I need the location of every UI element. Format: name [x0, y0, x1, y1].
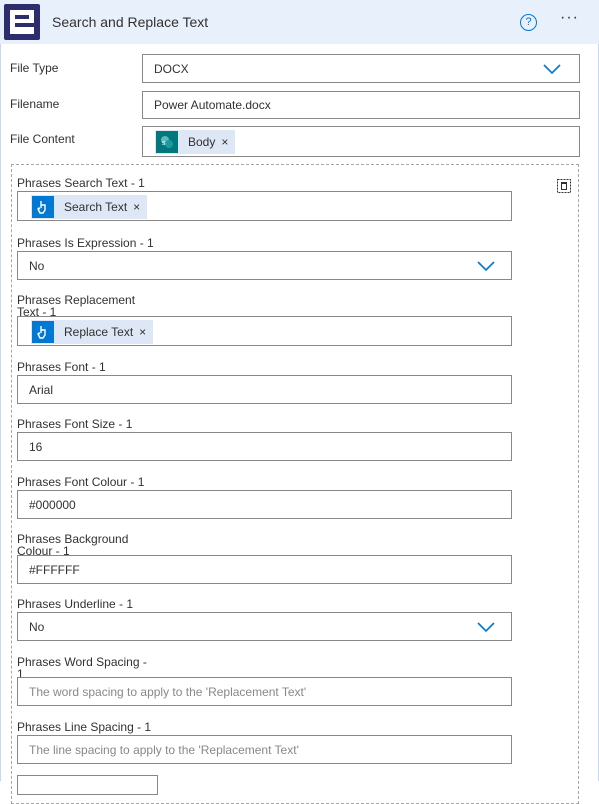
- word-spacing-placeholder: The word spacing to apply to the 'Replac…: [29, 684, 307, 699]
- word-spacing-field[interactable]: The word spacing to apply to the 'Replac…: [17, 677, 512, 706]
- underline-label: Phrases Underline - 1: [17, 597, 134, 611]
- filename-label: Filename: [10, 97, 60, 111]
- underline-dropdown[interactable]: No: [17, 612, 512, 641]
- file-type-value: DOCX: [154, 61, 189, 76]
- font-size-label: Phrases Font Size - 1: [17, 417, 133, 431]
- filename-value: Power Automate.docx: [154, 98, 271, 112]
- card-header[interactable]: Search and Replace Text ? ···: [0, 0, 599, 44]
- svg-text:s: s: [162, 140, 166, 147]
- underline-value: No: [29, 619, 45, 634]
- line-spacing-label: Phrases Line Spacing - 1: [17, 720, 152, 734]
- replacement-text-field[interactable]: Replace Text ×: [17, 316, 512, 346]
- encodian-logo-icon: [4, 4, 40, 40]
- token-remove-icon[interactable]: ×: [139, 325, 146, 339]
- token-label: Search Text: [64, 200, 128, 214]
- body-token[interactable]: s Body ×: [155, 130, 236, 154]
- background-colour-field[interactable]: #FFFFFF: [17, 555, 512, 584]
- is-expression-label: Phrases Is Expression - 1: [17, 236, 154, 250]
- font-colour-label: Phrases Font Colour - 1: [17, 475, 145, 489]
- token-label: Replace Text: [64, 325, 134, 339]
- search-text-field[interactable]: Search Text ×: [17, 191, 512, 221]
- background-colour-value: #FFFFFF: [29, 562, 80, 577]
- token-remove-icon[interactable]: ×: [221, 135, 228, 149]
- line-spacing-field[interactable]: The line spacing to apply to the 'Replac…: [17, 735, 512, 764]
- action-title: Search and Replace Text: [52, 14, 209, 30]
- help-icon[interactable]: ?: [520, 14, 537, 31]
- file-content-field[interactable]: s Body ×: [142, 126, 580, 157]
- font-colour-field[interactable]: #000000: [17, 490, 512, 519]
- font-label: Phrases Font - 1: [17, 360, 106, 374]
- file-type-dropdown[interactable]: DOCX: [142, 54, 580, 83]
- search-text-label: Phrases Search Text - 1: [17, 176, 145, 190]
- add-new-item-button[interactable]: [17, 775, 158, 795]
- delete-item-icon[interactable]: [556, 178, 572, 194]
- chevron-down-icon: [543, 63, 561, 74]
- is-expression-dropdown[interactable]: No: [17, 251, 512, 280]
- filename-field[interactable]: Power Automate.docx: [142, 91, 580, 119]
- replace-text-token[interactable]: Replace Text ×: [31, 320, 154, 344]
- font-value: Arial: [29, 382, 54, 397]
- manual-trigger-icon: [32, 321, 54, 343]
- chevron-down-icon: [477, 621, 495, 632]
- is-expression-value: No: [29, 258, 45, 273]
- label-line: Phrases Word Spacing -: [17, 655, 147, 669]
- chevron-down-icon: [477, 260, 495, 271]
- token-label: Body: [188, 135, 216, 149]
- search-text-token[interactable]: Search Text ×: [31, 195, 148, 219]
- file-type-label: File Type: [10, 61, 59, 75]
- token-remove-icon[interactable]: ×: [133, 200, 140, 214]
- font-size-value: 16: [29, 439, 43, 454]
- more-options-icon[interactable]: ···: [560, 9, 579, 27]
- font-colour-value: #000000: [29, 497, 76, 512]
- file-content-label: File Content: [10, 132, 75, 146]
- font-size-field[interactable]: 16: [17, 432, 512, 461]
- font-field[interactable]: Arial: [17, 375, 512, 404]
- manual-trigger-icon: [32, 196, 54, 218]
- sharepoint-icon: s: [156, 131, 178, 153]
- line-spacing-placeholder: The line spacing to apply to the 'Replac…: [29, 742, 299, 757]
